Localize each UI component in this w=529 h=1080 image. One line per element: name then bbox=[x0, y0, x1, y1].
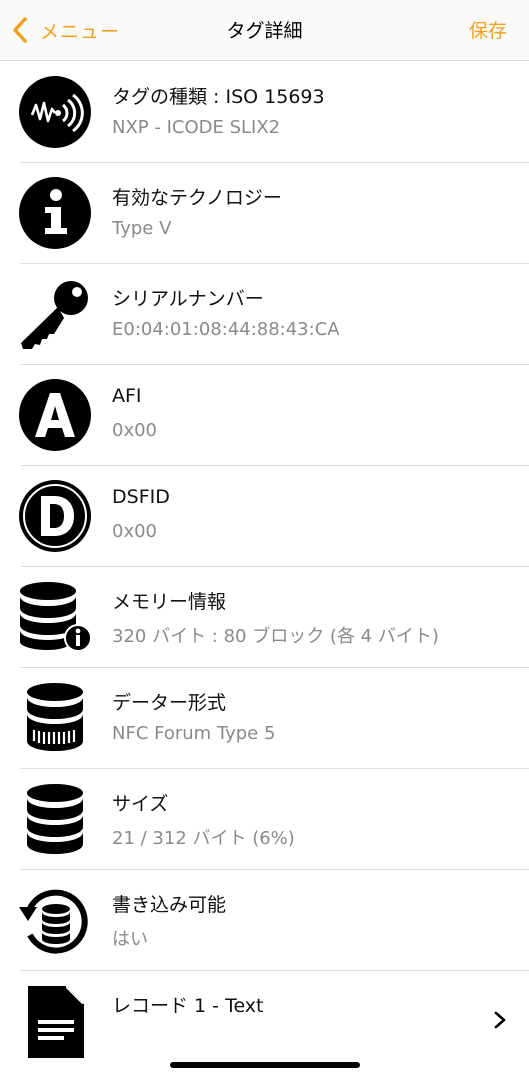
key-icon bbox=[18, 277, 92, 351]
afi-value: 0x00 bbox=[112, 420, 158, 441]
list-item-serial-number: シリアルナンバー E0:04:01:08:44:88:43:CA bbox=[0, 263, 529, 365]
letter-a-icon bbox=[18, 378, 92, 452]
data-format-value: NFC Forum Type 5 bbox=[112, 723, 276, 744]
size-value: 21 / 312 バイト (6%) bbox=[112, 828, 295, 849]
home-indicator[interactable] bbox=[170, 1062, 360, 1068]
navigation-bar: メニュー タグ詳細 保存 bbox=[0, 0, 529, 61]
info-icon bbox=[18, 176, 92, 250]
record-title: レコード 1 - Text bbox=[112, 995, 264, 1017]
list-item-memory-info: メモリー情報 320 バイト : 80 ブロック (各 4 バイト) bbox=[0, 566, 529, 668]
list-item-record[interactable]: レコード 1 - Text bbox=[0, 970, 529, 1071]
letter-d-icon bbox=[18, 479, 92, 553]
list-item-dsfid: DSFID 0x00 bbox=[0, 465, 529, 567]
database-icon bbox=[18, 782, 92, 856]
dsfid-value: 0x00 bbox=[112, 521, 158, 542]
list-item-data-format: データー形式 NFC Forum Type 5 bbox=[0, 667, 529, 769]
document-icon bbox=[18, 984, 92, 1058]
database-info-icon bbox=[18, 580, 92, 654]
memory-info-title: メモリー情報 bbox=[112, 591, 227, 613]
serial-number-value: E0:04:01:08:44:88:43:CA bbox=[112, 319, 340, 340]
database-format-icon bbox=[18, 681, 92, 755]
list-item-size: サイズ 21 / 312 バイト (6%) bbox=[0, 768, 529, 870]
technology-title: 有効なテクノロジー bbox=[112, 187, 282, 209]
list-item-tag-type: タグの種類 : ISO 15693 NXP - ICODE SLIX2 bbox=[0, 61, 529, 163]
list-item-afi: AFI 0x00 bbox=[0, 364, 529, 466]
afi-title: AFI bbox=[112, 385, 142, 407]
writable-value: はい bbox=[112, 929, 148, 950]
page-title: タグ詳細 bbox=[226, 20, 303, 42]
save-button[interactable]: 保存 bbox=[469, 16, 507, 43]
dsfid-title: DSFID bbox=[112, 486, 170, 508]
tag-detail-list: タグの種類 : ISO 15693 NXP - ICODE SLIX2 有効なテ… bbox=[0, 61, 529, 1071]
database-rewrite-icon bbox=[18, 883, 92, 957]
technology-value: Type V bbox=[112, 218, 172, 239]
memory-info-value: 320 バイト : 80 ブロック (各 4 バイト) bbox=[112, 626, 439, 647]
chevron-right-icon bbox=[494, 1011, 506, 1029]
list-item-technology: 有効なテクノロジー Type V bbox=[0, 162, 529, 264]
nfc-wave-icon bbox=[18, 75, 92, 149]
serial-number-title: シリアルナンバー bbox=[112, 288, 264, 310]
writable-title: 書き込み可能 bbox=[112, 894, 227, 916]
data-format-title: データー形式 bbox=[112, 692, 227, 714]
tag-type-title: タグの種類 : ISO 15693 bbox=[112, 86, 325, 108]
size-title: サイズ bbox=[112, 793, 169, 815]
tag-type-value: NXP - ICODE SLIX2 bbox=[112, 117, 281, 138]
list-item-writable: 書き込み可能 はい bbox=[0, 869, 529, 971]
